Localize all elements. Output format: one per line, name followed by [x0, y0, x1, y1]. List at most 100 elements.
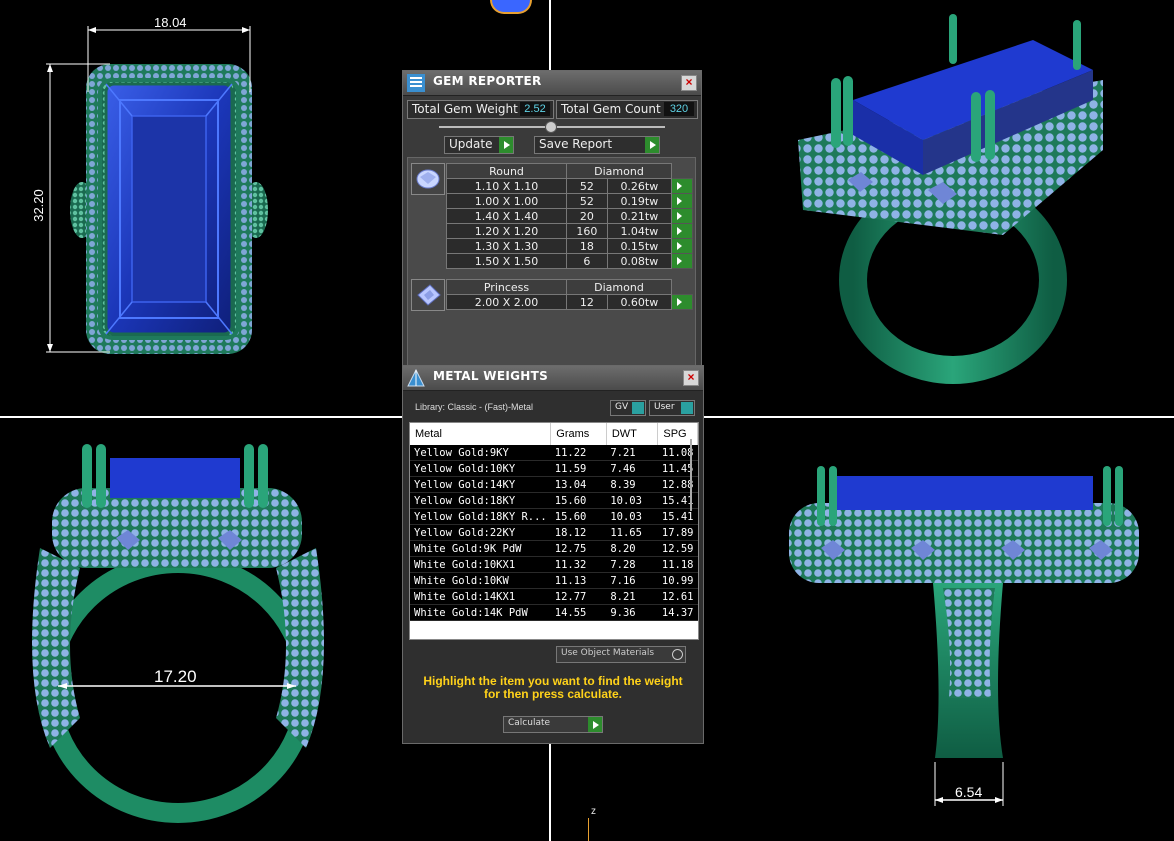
gem-count: 160: [566, 223, 608, 239]
total-gem-weight-value: 2.52: [520, 102, 550, 116]
gem-row-go-button[interactable]: [671, 223, 693, 239]
gem-count: 12: [566, 294, 608, 310]
metal-weights-panel: METAL WEIGHTS × Library: Classic - (Fast…: [402, 365, 704, 744]
gem-row-go-button[interactable]: [671, 208, 693, 224]
metal-col-header[interactable]: Metal: [410, 423, 552, 445]
gem-size: 1.00 X 1.00: [446, 193, 567, 209]
round-gem-thumbnail: [411, 163, 445, 195]
metal-grams: 18.12: [550, 524, 607, 541]
table-row[interactable]: White Gold:9K PdW 12.75 8.20 12.59: [410, 540, 698, 557]
metal-spg: 10.99: [657, 572, 698, 589]
update-arrow-icon: [499, 137, 513, 153]
gem-row[interactable]: 2.00 X 2.00 12 0.60tw: [446, 294, 693, 310]
table-row[interactable]: Yellow Gold:9KY 11.22 7.21 11.08: [410, 445, 698, 461]
gem-row-go-button[interactable]: [671, 193, 693, 209]
princess-shape-label: Princess: [446, 279, 567, 295]
gem-row[interactable]: 1.30 X 1.30 18 0.15tw: [446, 238, 693, 254]
dimension-width-label: 18.04: [154, 15, 187, 30]
update-button-label: Update: [449, 137, 493, 151]
princess-type-label: Diamond: [566, 279, 672, 295]
princess-gem-thumbnail: [411, 279, 445, 311]
update-button[interactable]: Update: [444, 136, 514, 154]
viewport-side-view[interactable]: 6.54: [703, 418, 1174, 841]
gem-weight: 0.15tw: [606, 238, 673, 254]
gem-reporter-panel: GEM REPORTER × Total Gem Weight 2.52 Tot…: [402, 70, 702, 372]
table-row[interactable]: Yellow Gold:10KY 11.59 7.46 11.45: [410, 460, 698, 477]
gem-reporter-slider-handle[interactable]: [545, 121, 557, 133]
gem-weight: 0.60tw: [606, 294, 673, 310]
gem-count: 52: [566, 178, 608, 194]
metal-grams: 14.55: [550, 604, 607, 621]
gem-row[interactable]: 1.50 X 1.50 6 0.08tw: [446, 253, 693, 269]
metal-dwt: 8.21: [606, 588, 658, 605]
gem-weight: 0.08tw: [606, 253, 673, 269]
grams-col-header[interactable]: Grams: [550, 423, 607, 445]
gem-row-go-button[interactable]: [671, 178, 693, 194]
use-object-materials-label: Use Object Materials: [561, 648, 655, 658]
metal-dwt: 7.16: [606, 572, 658, 589]
metal-dwt: 8.39: [606, 476, 658, 493]
metal-name: Yellow Gold:22KY: [410, 524, 551, 541]
metal-grams: 15.60: [550, 492, 607, 509]
metal-dwt: 10.03: [606, 508, 658, 525]
table-row[interactable]: White Gold:10KX1 11.32 7.28 11.18: [410, 556, 698, 573]
table-row[interactable]: Yellow Gold:22KY 18.12 11.65 17.89: [410, 524, 698, 541]
gem-row[interactable]: 1.20 X 1.20 160 1.04tw: [446, 223, 693, 239]
metal-spg: 17.89: [657, 524, 698, 541]
metal-weights-title: METAL WEIGHTS: [433, 369, 549, 383]
metal-name: Yellow Gold:9KY: [410, 445, 551, 461]
table-row[interactable]: White Gold:14K PdW 14.55 9.36 14.37: [410, 604, 698, 621]
gem-row-go-button[interactable]: [671, 253, 693, 269]
gv-toggle[interactable]: GV: [610, 400, 646, 416]
total-gem-weight-field: Total Gem Weight 2.52: [407, 100, 554, 119]
viewport-perspective-view[interactable]: [703, 0, 1174, 416]
dimension-inner-diameter-label: 17.20: [154, 667, 197, 686]
gem-row[interactable]: 1.00 X 1.00 52 0.19tw: [446, 193, 693, 209]
metal-dwt: 7.21: [606, 445, 658, 461]
metal-library-label: Library: Classic - (Fast)-Metal: [415, 402, 534, 412]
metal-dwt: 8.20: [606, 540, 658, 557]
table-row[interactable]: Yellow Gold:18KY 15.60 10.03 15.41: [410, 492, 698, 509]
metal-name: White Gold:14KX1: [410, 588, 551, 605]
metal-weights-close-button[interactable]: ×: [683, 370, 699, 386]
dimension-height-label: 32.20: [30, 189, 46, 222]
total-gem-count-label: Total Gem Count: [561, 102, 661, 116]
gem-size: 1.40 X 1.40: [446, 208, 567, 224]
gem-row-go-button[interactable]: [671, 294, 693, 310]
save-report-button[interactable]: Save Report: [534, 136, 660, 154]
table-row[interactable]: White Gold:14KX1 12.77 8.21 12.61: [410, 588, 698, 605]
gem-row-go-button[interactable]: [671, 238, 693, 254]
gem-size: 1.10 X 1.10: [446, 178, 567, 194]
gem-row[interactable]: 1.40 X 1.40 20 0.21tw: [446, 208, 693, 224]
metal-weights-titlebar[interactable]: METAL WEIGHTS ×: [403, 366, 703, 391]
gem-size: 1.30 X 1.30: [446, 238, 567, 254]
calculate-button[interactable]: Calculate: [503, 716, 603, 733]
table-row[interactable]: White Gold:10KW 11.13 7.16 10.99: [410, 572, 698, 589]
calculate-button-label: Calculate: [508, 718, 551, 728]
dwt-col-header[interactable]: DWT: [606, 423, 659, 445]
metal-grams: 15.60: [550, 508, 607, 525]
metal-name: Yellow Gold:18KY R...: [410, 508, 551, 525]
gv-toggle-switch-icon: [632, 402, 644, 414]
calculate-arrow-icon: [588, 717, 602, 732]
round-gem-icon: [416, 169, 440, 189]
axis-z-line: [588, 818, 589, 841]
use-object-materials-toggle[interactable]: Use Object Materials: [556, 646, 686, 663]
gem-reporter-close-button[interactable]: ×: [681, 75, 697, 91]
metal-weights-instruction: Highlight the item you want to find the …: [413, 675, 693, 701]
gem-reporter-titlebar[interactable]: GEM REPORTER ×: [403, 71, 701, 96]
metal-table-container[interactable]: Metal Grams DWT SPG Yellow Gold:9KY 11.22…: [409, 422, 699, 640]
total-gem-count-field: Total Gem Count 320: [556, 100, 698, 119]
gem-row[interactable]: 1.10 X 1.10 52 0.26tw: [446, 178, 693, 194]
table-row[interactable]: Yellow Gold:14KY 13.04 8.39 12.88: [410, 476, 698, 493]
metal-name: Yellow Gold:14KY: [410, 476, 551, 493]
table-row[interactable]: Yellow Gold:18KY R... 15.60 10.03 15.41: [410, 508, 698, 525]
user-toggle[interactable]: User: [649, 400, 695, 416]
user-toggle-switch-icon: [681, 402, 693, 414]
metal-spg: 11.18: [657, 556, 698, 573]
princess-gem-header-row: Princess Diamond: [446, 279, 693, 295]
metal-spg: 14.37: [657, 604, 698, 621]
metal-table-vertical-scrollbar[interactable]: [690, 439, 692, 511]
gem-size: 1.50 X 1.50: [446, 253, 567, 269]
metal-dwt: 7.46: [606, 460, 658, 477]
